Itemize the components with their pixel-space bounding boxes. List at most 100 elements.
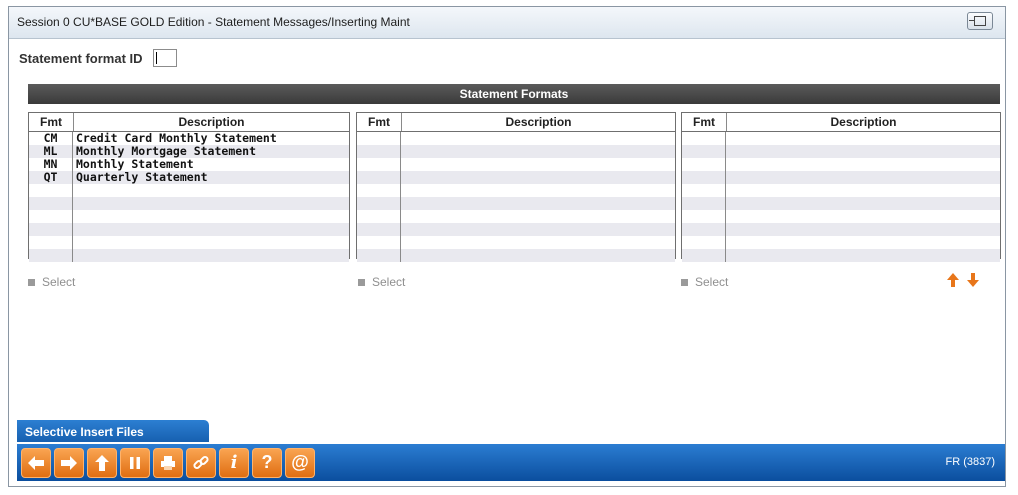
statement-format-label: Statement format ID: [19, 50, 143, 66]
forward-arrow-icon[interactable]: [54, 447, 84, 478]
table-row[interactable]: [682, 249, 1000, 262]
panel-header: Fmt Description: [682, 113, 1000, 132]
select-action-2[interactable]: Select: [358, 275, 405, 289]
table-row[interactable]: [357, 145, 675, 158]
panel-rows: CM Credit Card Monthly Statement ML Monthl…: [29, 132, 349, 262]
table-row[interactable]: [29, 184, 349, 197]
table-row[interactable]: [682, 145, 1000, 158]
table-row[interactable]: QT Quarterly Statement: [29, 171, 349, 184]
select-label: Select: [42, 275, 76, 289]
table-row[interactable]: [682, 210, 1000, 223]
table-row[interactable]: [682, 236, 1000, 249]
help-icon[interactable]: ?: [252, 447, 282, 478]
description-cell: [73, 236, 349, 249]
description-cell: [726, 184, 1000, 197]
bullet-icon: [358, 278, 365, 286]
at-sign-icon[interactable]: @: [285, 447, 315, 478]
fmt-cell: [357, 236, 401, 249]
fmt-cell: [682, 171, 726, 184]
description-cell: [726, 249, 1000, 262]
pause-icon[interactable]: [120, 447, 150, 478]
description-cell: [401, 132, 675, 145]
bottom-toolbar: i ? @ FR (3837): [17, 444, 1005, 481]
fmt-cell: [682, 197, 726, 210]
fmt-cell: QT: [29, 171, 73, 184]
description-cell: [73, 249, 349, 262]
table-row[interactable]: [357, 132, 675, 145]
printer-icon[interactable]: [153, 447, 183, 478]
description-cell: [726, 210, 1000, 223]
tab-selective-insert-files[interactable]: Selective Insert Files: [17, 420, 209, 442]
description-cell: [401, 210, 675, 223]
table-row[interactable]: [682, 132, 1000, 145]
table-row[interactable]: [29, 210, 349, 223]
table-row[interactable]: [29, 197, 349, 210]
table-row[interactable]: [357, 197, 675, 210]
screen-code: FR (3837): [945, 456, 995, 468]
description-cell: [401, 171, 675, 184]
table-row[interactable]: [29, 223, 349, 236]
description-column-header: Description: [505, 115, 572, 129]
fmt-cell: [29, 236, 73, 249]
up-arrow-icon[interactable]: [87, 447, 117, 478]
description-cell: [401, 249, 675, 262]
fmt-cell: [29, 249, 73, 262]
description-cell: [726, 145, 1000, 158]
main-content: Statement format ID Statement Formats Fm…: [9, 39, 1005, 486]
panel-header: Fmt Description: [357, 113, 675, 132]
restore-icon: [969, 16, 986, 26]
statement-formats-header: Statement Formats: [28, 84, 1000, 104]
table-row[interactable]: [357, 158, 675, 171]
table-row[interactable]: [357, 223, 675, 236]
formats-panel-2: Fmt Description: [356, 112, 676, 262]
table-row[interactable]: [357, 184, 675, 197]
application-window: Session 0 CU*BASE GOLD Edition - Stateme…: [8, 6, 1006, 487]
table-row[interactable]: [682, 184, 1000, 197]
table-row[interactable]: [682, 223, 1000, 236]
fmt-cell: [357, 171, 401, 184]
page-down-arrow-icon[interactable]: [965, 272, 981, 291]
table-row[interactable]: [357, 249, 675, 262]
description-cell: [401, 145, 675, 158]
fmt-cell: [357, 197, 401, 210]
description-cell: [401, 197, 675, 210]
fmt-cell: [682, 249, 726, 262]
fmt-cell: [682, 210, 726, 223]
description-cell: [726, 236, 1000, 249]
table-row[interactable]: [357, 210, 675, 223]
fmt-cell: [357, 210, 401, 223]
table-row[interactable]: [682, 197, 1000, 210]
fmt-cell: [357, 132, 401, 145]
select-label: Select: [372, 275, 406, 289]
fmt-cell: [682, 223, 726, 236]
statement-format-input[interactable]: [152, 49, 177, 67]
fmt-cell: [29, 223, 73, 236]
description-cell: [401, 184, 675, 197]
page-up-arrow-icon[interactable]: [945, 272, 961, 291]
info-icon[interactable]: i: [219, 447, 249, 478]
table-row[interactable]: [682, 171, 1000, 184]
restore-window-button[interactable]: [967, 12, 993, 30]
table-row[interactable]: [357, 171, 675, 184]
description-cell: [726, 132, 1000, 145]
fmt-cell: [682, 184, 726, 197]
statement-format-row: Statement format ID: [19, 49, 177, 67]
link-icon[interactable]: [186, 447, 216, 478]
fmt-cell: [357, 249, 401, 262]
panel-rows: [357, 132, 675, 262]
table-row[interactable]: [29, 236, 349, 249]
fmt-cell: [357, 184, 401, 197]
select-action-1[interactable]: Select: [28, 275, 75, 289]
table-row[interactable]: [357, 236, 675, 249]
formats-panel-1: Fmt Description CM Credit Card Monthly St…: [28, 112, 350, 262]
back-arrow-icon[interactable]: [21, 447, 51, 478]
fmt-column-header: Fmt: [29, 113, 74, 131]
description-cell: [73, 184, 349, 197]
fmt-column-header: Fmt: [682, 113, 727, 131]
table-row[interactable]: [682, 158, 1000, 171]
fmt-cell: [357, 145, 401, 158]
table-row[interactable]: [29, 249, 349, 262]
select-action-3[interactable]: Select: [681, 275, 728, 289]
panel-rows: [682, 132, 1000, 262]
fmt-cell: [29, 197, 73, 210]
